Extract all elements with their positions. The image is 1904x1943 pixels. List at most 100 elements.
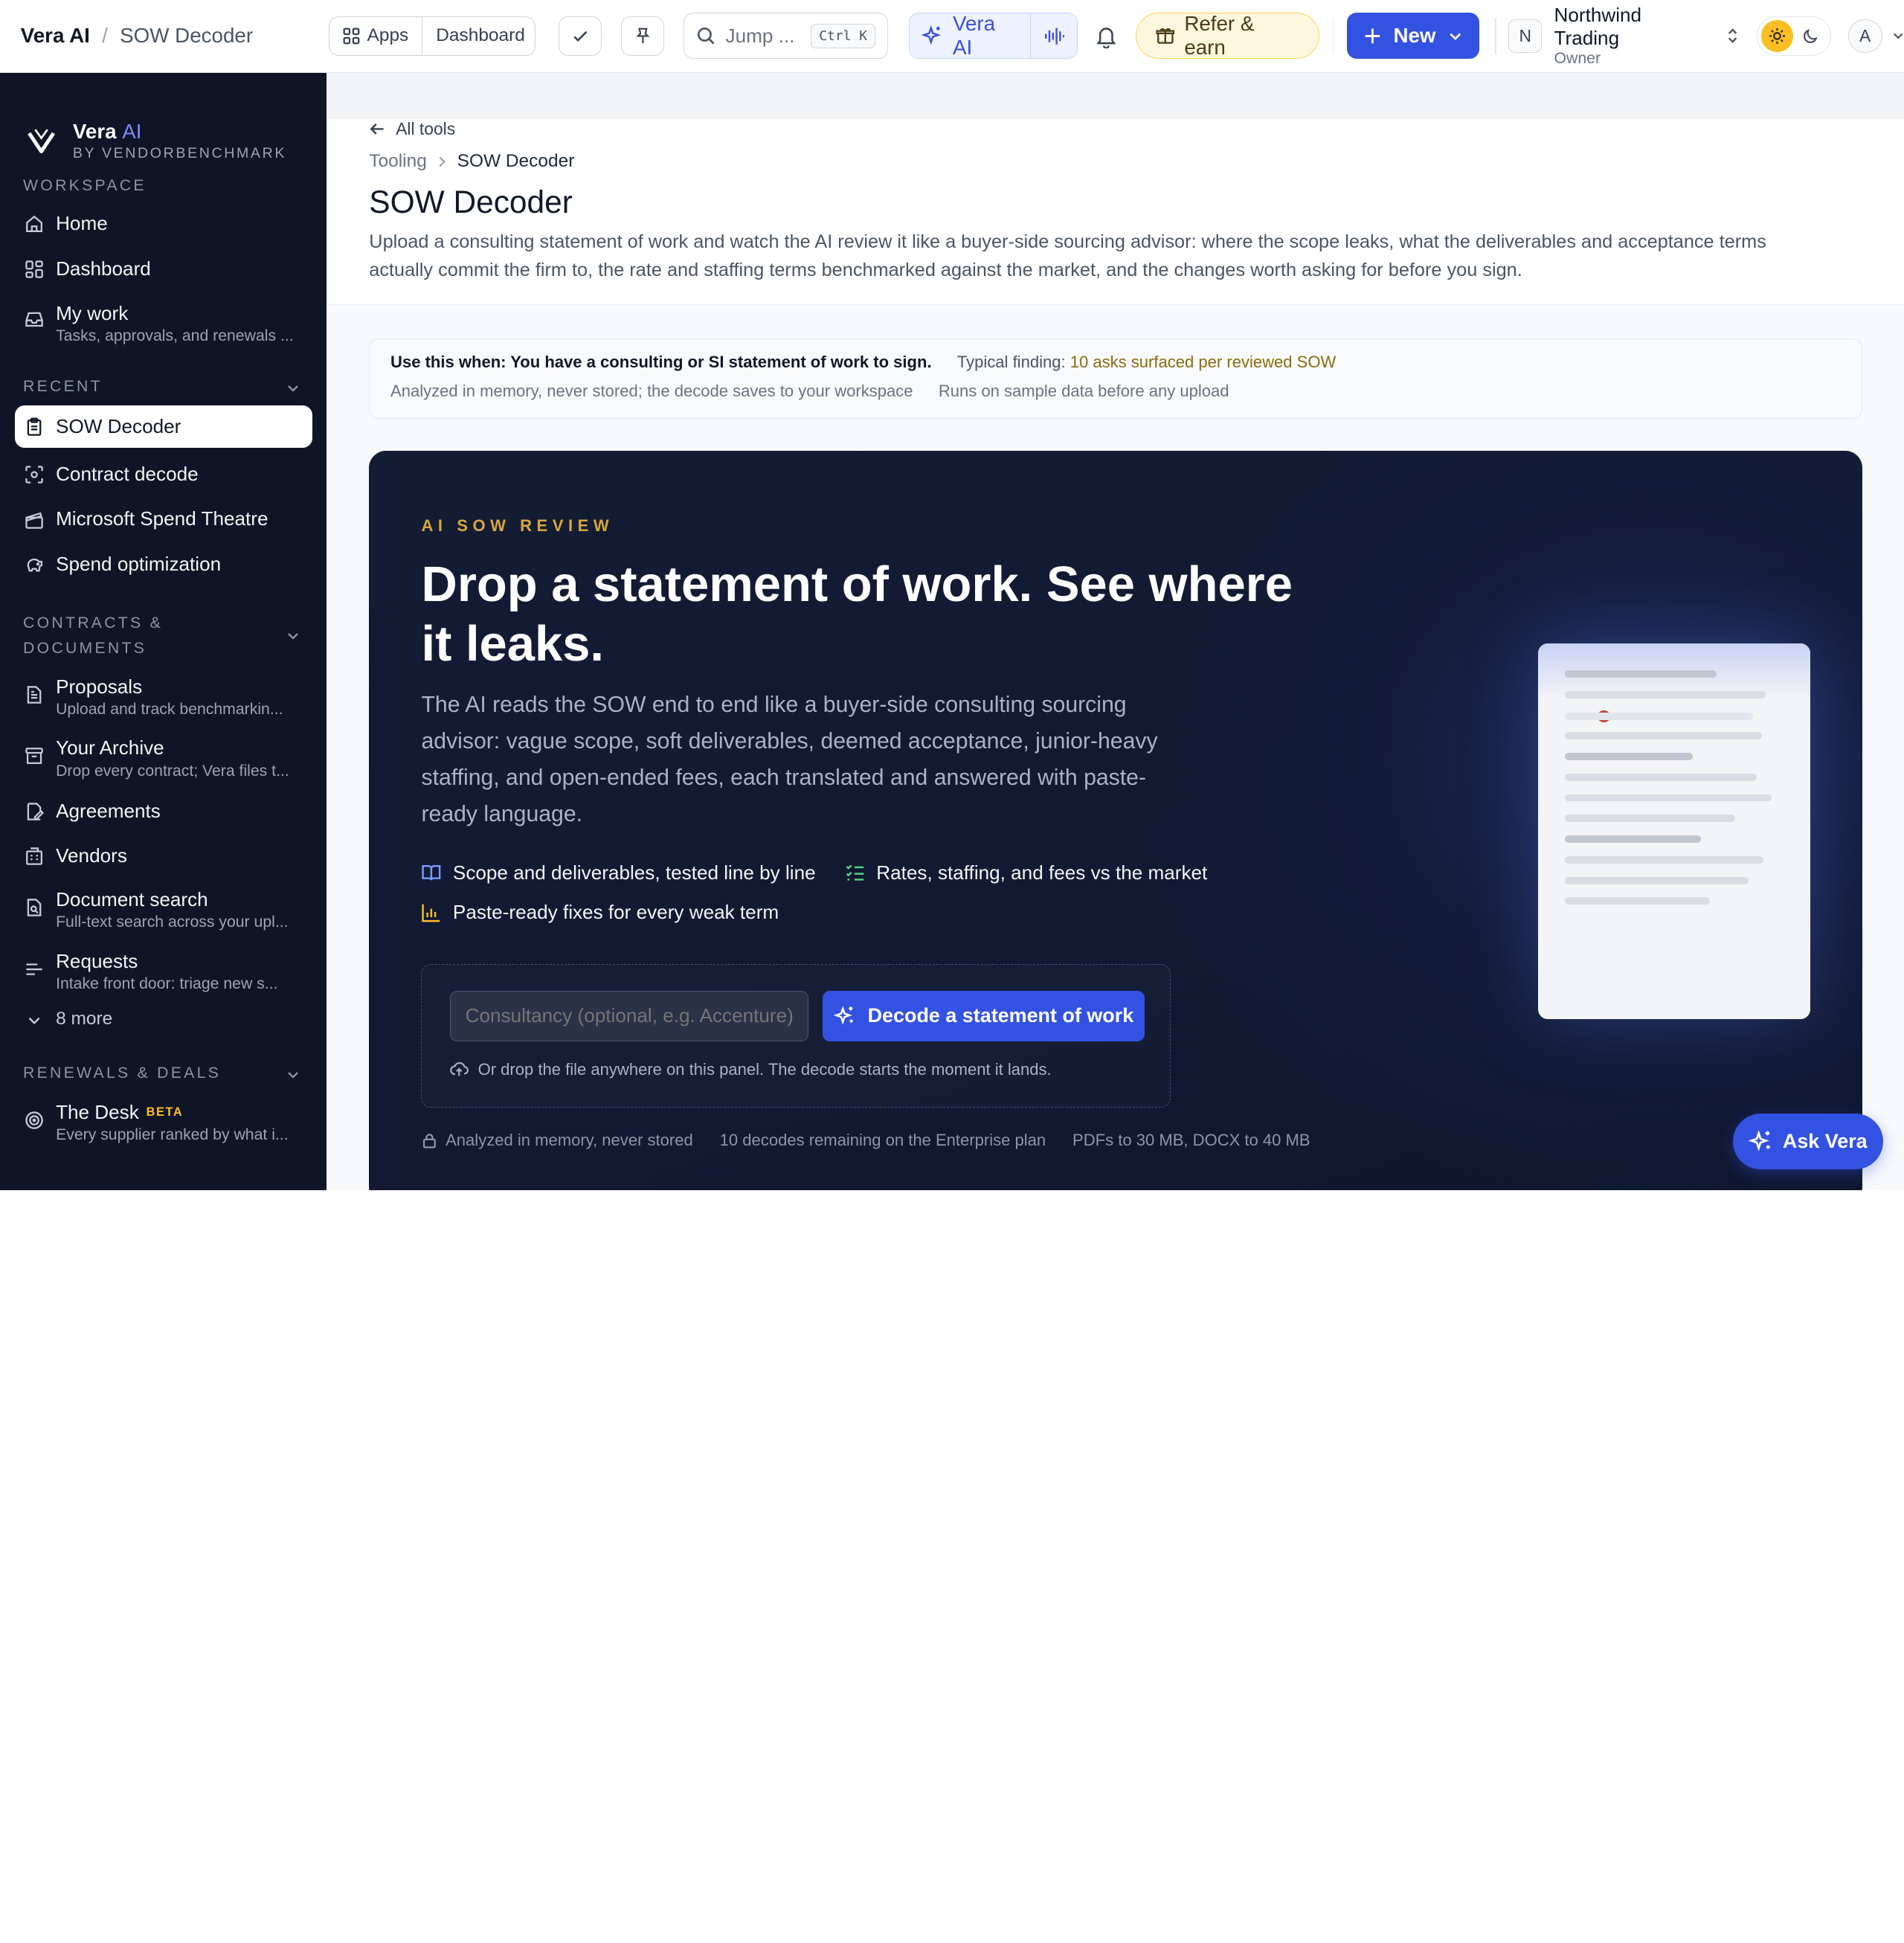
sidebar-item-spend-optimization[interactable]: Spend optimization [0,553,327,576]
tasks-button[interactable] [559,16,602,56]
lock-icon [423,1133,437,1149]
feature-rates: Rates, staffing, and fees vs the market [845,861,1207,884]
grid-icon [343,28,360,45]
use-when-panel: Use this when: You have a consulting or … [369,338,1863,420]
signature-icon [27,803,44,820]
sidebar-item-agreements[interactable]: Agreements [0,800,327,823]
light-mode-option[interactable] [1761,20,1793,52]
chevron-down-icon [288,1072,299,1079]
new-button[interactable]: New [1347,13,1480,60]
sidebar-item-requests[interactable]: Requests Intake front door: triage new s… [0,950,327,993]
contracts-section-label[interactable]: CONTRACTS & DOCUMENTS [0,611,327,662]
typical-value: 10 asks surfaced per reviewed SOW [1070,353,1337,372]
user-avatar: A [1847,19,1882,54]
jump-search[interactable]: Jump ... Ctrl K [684,13,889,60]
vera-ai-button[interactable]: Vera AI [908,12,1078,60]
hero-features-row-2: Paste-ready fixes for every weak term [421,901,779,924]
sidebar-item-my-work[interactable]: My work Tasks, approvals, and renewals .… [0,302,327,345]
dashboard-button[interactable]: Dashboard [422,17,535,55]
plus-icon [1365,28,1380,44]
pin-button[interactable] [621,16,664,56]
footer-1-text: Analyzed in memory, never stored [446,1130,693,1149]
chevrons-up-down-icon [1728,28,1737,44]
consultancy-input[interactable] [450,990,808,1042]
topbar-divider-2 [1495,17,1497,54]
pill-divider [1029,13,1032,60]
document-search-sub: Full-text search across your upl... [56,913,289,931]
footer-3-text: PDFs to 30 MB, DOCX to 40 MB [1072,1130,1310,1149]
ask-vera-button[interactable]: Ask Vera [1732,1114,1884,1170]
notifications-button[interactable] [1093,23,1119,50]
sidebar-more-toggle[interactable]: 8 more [0,1009,327,1030]
sow-decoder-label: SOW Decoder [56,415,181,438]
page-header: All tools Tooling SOW Decoder SOW Decode… [327,118,1904,305]
brand-name: Vera [72,120,117,144]
topbar-divider [1332,17,1334,54]
brand[interactable]: Vera AI BY VENDORBENCHMARK [0,73,327,177]
chevron-down-icon [288,632,299,640]
sidebar-item-the-desk[interactable]: The Desk BETA Every supplier ranked by wh… [0,1101,327,1144]
sidebar-item-sow-decoder[interactable]: SOW Decoder [14,405,312,449]
home-label: Home [56,212,108,235]
clipboard-icon [27,417,41,436]
refer-label: Refer & earn [1184,12,1255,60]
renewals-section-label[interactable]: RENEWALS & DEALS [0,1064,327,1082]
ask-vera-label: Ask Vera [1782,1130,1868,1153]
sidebar-item-contract-decode[interactable]: Contract decode [0,463,327,486]
page-title: SOW Decoder [369,184,573,219]
doc-line [1565,835,1702,843]
upload-hero-panel[interactable]: AI SOW REVIEW Drop a statement of work. … [369,450,1863,1190]
list-icon [26,963,42,975]
sidebar: Vera AI BY VENDORBENCHMARK WORKSPACE Hom… [0,72,327,1190]
vendors-label: Vendors [56,844,127,867]
sidebar-item-your-archive[interactable]: Your Archive Drop every contract; Vera f… [0,736,327,780]
doc-line [1565,897,1710,905]
dashboard-icon [25,260,43,278]
theme-toggle[interactable] [1757,16,1831,56]
apps-dashboard-switcher: Apps Dashboard [328,16,536,56]
chevron-down-icon [288,385,299,392]
hero-footer: Analyzed in memory, never stored 10 deco… [421,1131,1310,1150]
sidebar-item-home[interactable]: Home [0,212,327,235]
hero-features-row-1: Scope and deliverables, tested line by l… [421,861,1207,884]
drop-zone[interactable]: Decode a statement of work Or drop the f… [421,964,1171,1108]
sidebar-item-dashboard[interactable]: Dashboard [0,257,327,280]
sidebar-item-proposals[interactable]: Proposals Upload and track benchmarkin..… [0,675,327,719]
user-chevron-icon [1893,33,1903,39]
sparkles-icon [833,1006,853,1025]
brand-ai: AI [122,120,142,144]
chevron-down-icon [1450,33,1461,40]
sidebar-item-document-search[interactable]: Document search Full-text search across … [0,888,327,931]
user-menu[interactable]: A [1847,19,1904,54]
sidebar-item-microsoft-spend-theatre[interactable]: Microsoft Spend Theatre [0,507,327,530]
header-strip [327,72,1904,122]
home-icon [25,216,42,233]
piggy-icon [27,558,42,572]
voice-wave-icon[interactable] [1043,25,1065,47]
back-link[interactable]: All tools [369,119,1904,139]
requests-label: Requests [56,949,138,972]
apps-button[interactable]: Apps [329,17,422,54]
moon-icon[interactable] [1802,28,1819,45]
recent-section-label[interactable]: RECENT [0,378,327,396]
breadcrumb-parent[interactable]: Tooling [369,151,427,172]
refer-earn-button[interactable]: Refer & earn [1135,12,1319,60]
document-icon [27,685,41,704]
doc-line [1565,815,1735,823]
arrow-left-icon [370,123,384,135]
hero-description: The AI reads the SOW end to end like a b… [421,693,1158,826]
bell-icon [1096,28,1116,48]
doc-line [1565,713,1754,721]
feature-1-label: Scope and deliverables, tested line by l… [452,861,816,884]
doc-line [1565,753,1693,760]
renewals-label: RENEWALS & DEALS [23,1064,222,1082]
org-switcher[interactable]: N Northwind Trading Owner [1508,4,1740,68]
gift-icon [1156,28,1174,45]
use-when-lead: Use this when: You have a consulting or … [390,353,932,372]
contracts-label-2: DOCUMENTS [23,640,147,658]
app-name[interactable]: Vera AI [21,24,90,48]
target-icon [25,1111,43,1129]
top-bar: Vera AI / SOW Decoder Apps Dashboard Jum… [0,0,1904,73]
decode-button[interactable]: Decode a statement of work [823,990,1145,1042]
sidebar-item-vendors[interactable]: Vendors [0,844,327,867]
